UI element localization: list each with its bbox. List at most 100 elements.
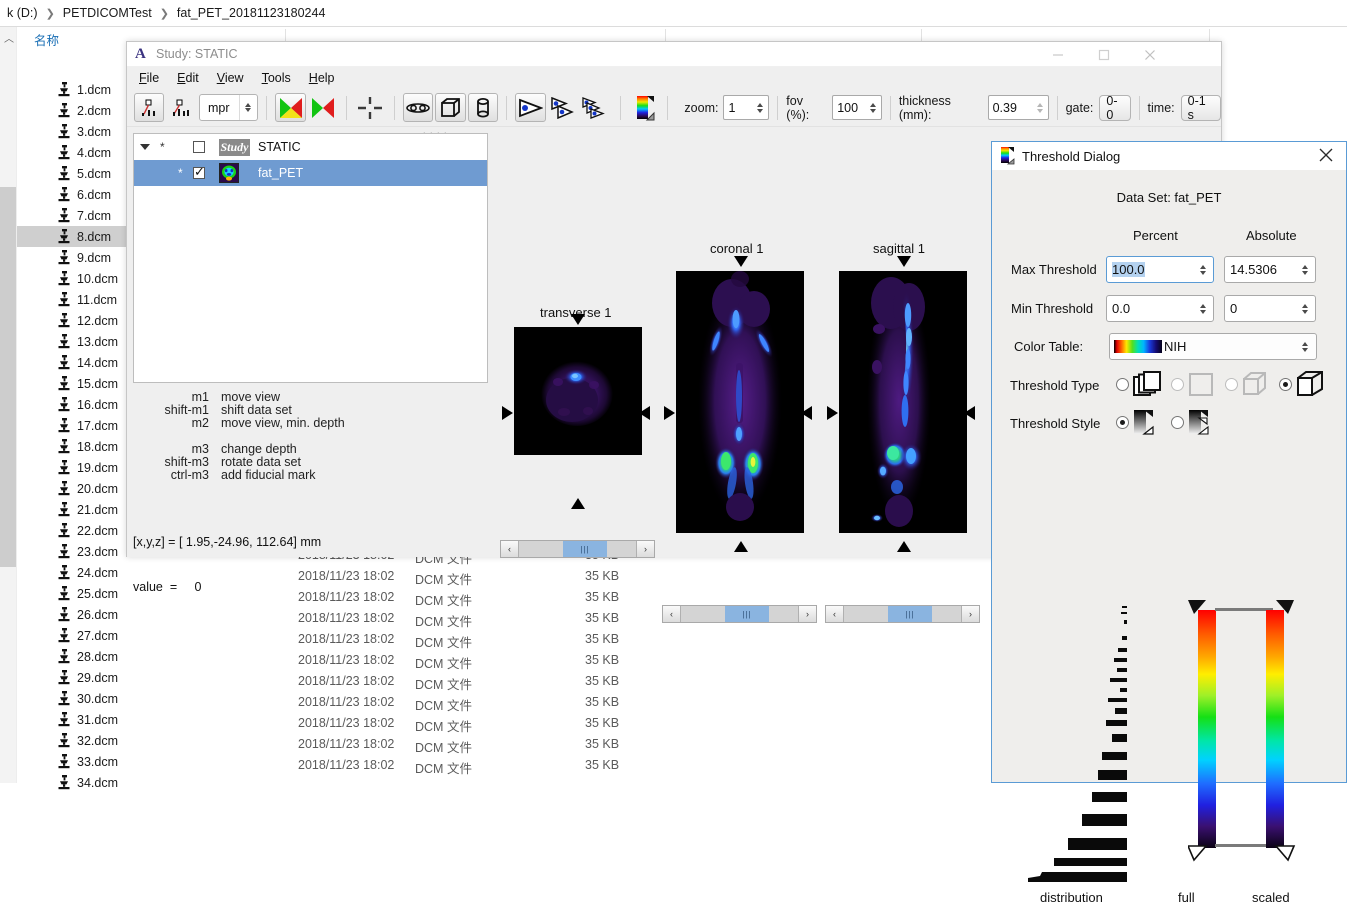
min-threshold-percent-spinner[interactable]: [1195, 296, 1211, 321]
scrollbar-thumb[interactable]: [0, 187, 16, 567]
zoom-input[interactable]: 1: [723, 95, 770, 120]
coronal-image-canvas[interactable]: [676, 271, 804, 533]
transverse-scroll-track[interactable]: |||: [519, 541, 636, 557]
threshold-close-button[interactable]: [1318, 147, 1336, 165]
file-list-item[interactable]: 32.dcm: [17, 730, 285, 751]
tree-row-study[interactable]: * Study STATIC: [134, 134, 487, 160]
minimize-button[interactable]: [1035, 42, 1081, 67]
coronal-scroll-right-button[interactable]: ›: [798, 606, 816, 622]
sagittal-scroll-track[interactable]: |||: [844, 606, 961, 622]
min-threshold-percent-input[interactable]: 0.0: [1106, 295, 1214, 322]
roi-ellipsoid-button[interactable]: [402, 93, 434, 122]
color-table-select[interactable]: NIH: [1109, 333, 1317, 360]
sagittal-scroll-left-button[interactable]: ‹: [826, 606, 844, 622]
roi-cylinder-button[interactable]: [467, 93, 499, 122]
fly-through-button[interactable]: [515, 93, 546, 122]
sagittal-scroll-thumb[interactable]: |||: [888, 606, 932, 622]
max-threshold-absolute-spinner[interactable]: [1297, 257, 1313, 282]
sagittal-scroll-right-button[interactable]: ›: [961, 606, 979, 622]
stacked-slices-icon[interactable]: [1133, 371, 1163, 400]
zoom-spinner[interactable]: [752, 96, 768, 119]
threshold-type-radio-3[interactable]: [1279, 378, 1292, 391]
sagittal-marker-left[interactable]: [827, 406, 838, 420]
file-list-item[interactable]: 30.dcm: [17, 688, 285, 709]
view-mode-spinner[interactable]: [239, 95, 256, 120]
color-table-spinner[interactable]: [1296, 334, 1314, 359]
sagittal-marker-top[interactable]: [897, 256, 911, 267]
interpolation-bilinear-button[interactable]: [308, 93, 338, 122]
menu-item-edit[interactable]: Edit: [177, 71, 199, 85]
study-menubar[interactable]: File Edit View Tools Help: [127, 67, 1221, 89]
chevron-up-icon[interactable]: ︿: [4, 35, 14, 45]
study-visibility-checkbox[interactable]: [193, 141, 205, 153]
coronal-slice-scrollbar[interactable]: ‹ ||| ›: [662, 605, 817, 623]
sagittal-marker-bottom[interactable]: [897, 541, 911, 552]
coronal-scroll-left-button[interactable]: ‹: [663, 606, 681, 622]
volume-cube-icon[interactable]: [1296, 370, 1326, 401]
thickness-input[interactable]: 0.39: [987, 95, 1049, 120]
transverse-scroll-right-button[interactable]: ›: [636, 541, 654, 557]
single-slice-icon[interactable]: [1188, 372, 1216, 400]
sagittal-slice-scrollbar[interactable]: ‹ ||| ›: [825, 605, 980, 623]
threshold-type-radio-1[interactable]: [1171, 378, 1184, 391]
threshold-style-radio-0[interactable]: [1116, 416, 1129, 429]
dual-ramp-style-icon[interactable]: [1188, 409, 1214, 438]
ramp-style-icon[interactable]: [1133, 409, 1157, 438]
min-threshold-absolute-spinner[interactable]: [1297, 296, 1313, 321]
tree-row-dataset[interactable]: * fat_PET: [134, 160, 487, 186]
breadcrumb[interactable]: k (D:) ❯ PETDICOMTest ❯ fat_PET_20181123…: [0, 0, 1347, 27]
distribution-histogram[interactable]: [1022, 602, 1142, 887]
threshold-type-radio-2[interactable]: [1225, 378, 1238, 391]
close-button[interactable]: [1127, 42, 1173, 67]
fly-through-triple-button[interactable]: [580, 93, 612, 122]
max-threshold-percent-input[interactable]: 100.0: [1106, 256, 1214, 283]
breadcrumb-item-folder[interactable]: PETDICOMTest: [60, 6, 155, 20]
coronal-marker-left[interactable]: [664, 406, 675, 420]
threshold-dialog-title-bar[interactable]: Threshold Dialog: [992, 142, 1346, 170]
menu-item-file[interactable]: File: [139, 71, 159, 85]
dataset-visibility-checkbox[interactable]: [193, 164, 205, 180]
max-threshold-absolute-input[interactable]: 14.5306: [1224, 256, 1316, 283]
thickness-spinner[interactable]: [1032, 96, 1048, 119]
study-title-bar[interactable]: A Study: STATIC: [127, 42, 1221, 67]
view-mode-select[interactable]: mpr: [198, 94, 259, 121]
sagittal-image-canvas[interactable]: [839, 271, 967, 533]
column-header-name[interactable]: 名称: [17, 27, 59, 52]
coronal-scroll-track[interactable]: |||: [681, 606, 798, 622]
file-list-item[interactable]: 33.dcm: [17, 751, 285, 772]
maximize-button[interactable]: [1081, 42, 1127, 67]
crosshair-target-button[interactable]: [355, 93, 385, 122]
threshold-type-radio-0[interactable]: [1116, 378, 1129, 391]
transverse-scroll-left-button[interactable]: ‹: [501, 541, 519, 557]
breadcrumb-item-drive[interactable]: k (D:): [4, 6, 41, 20]
menu-item-view[interactable]: View: [217, 71, 244, 85]
coronal-marker-bottom[interactable]: [734, 541, 748, 552]
file-list-item[interactable]: 28.dcm: [17, 646, 285, 667]
interpolation-nearest-button[interactable]: [275, 93, 306, 122]
transverse-slice-scrollbar[interactable]: ‹ ||| ›: [500, 540, 655, 558]
menu-item-tools[interactable]: Tools: [262, 71, 291, 85]
full-threshold-bar[interactable]: [1186, 598, 1224, 891]
transverse-scroll-thumb[interactable]: |||: [563, 541, 607, 557]
transverse-image-canvas[interactable]: [514, 327, 642, 455]
threshold-style-radio-1[interactable]: [1171, 416, 1184, 429]
coronal-scroll-thumb[interactable]: |||: [725, 606, 769, 622]
scaled-threshold-bar[interactable]: [1264, 598, 1304, 891]
transverse-marker-top[interactable]: [571, 314, 585, 325]
chevron-down-icon[interactable]: [140, 144, 150, 150]
fov-spinner[interactable]: [865, 96, 881, 119]
file-list-item[interactable]: 29.dcm: [17, 667, 285, 688]
fly-through-double-button[interactable]: [548, 93, 578, 122]
coronal-marker-top[interactable]: [734, 256, 748, 267]
transverse-marker-bottom[interactable]: [571, 498, 585, 509]
skewed-slice-icon[interactable]: [1242, 371, 1272, 400]
explorer-vertical-scrollbar[interactable]: ︿: [0, 27, 17, 783]
menu-item-help[interactable]: Help: [309, 71, 335, 85]
time-button[interactable]: 0-1 s: [1180, 94, 1222, 122]
min-threshold-absolute-input[interactable]: 0: [1224, 295, 1316, 322]
data-set-tree[interactable]: * Study STATIC * ✓ fat_PET: [133, 133, 488, 383]
file-list-item[interactable]: 31.dcm: [17, 709, 285, 730]
gate-button[interactable]: 0-0: [1099, 94, 1131, 122]
roi-box-button[interactable]: [435, 93, 466, 122]
breadcrumb-item-current[interactable]: fat_PET_20181123180244: [174, 6, 329, 20]
